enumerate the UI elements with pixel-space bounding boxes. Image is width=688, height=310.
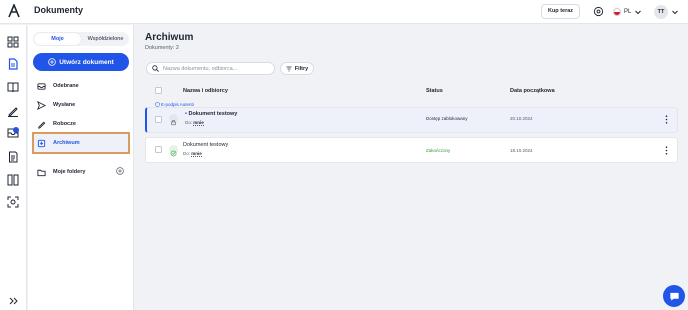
- search-input[interactable]: [163, 65, 273, 72]
- inbox-icon: [37, 82, 46, 90]
- poland-flag-icon: [613, 8, 621, 16]
- scan-icon[interactable]: [7, 196, 19, 208]
- app-title: Dokumenty: [34, 5, 84, 15]
- start-date: 20.10.2024: [510, 116, 533, 121]
- document-name[interactable]: Dokument testowy: [183, 142, 228, 148]
- create-document-label: Utwórz dokument: [59, 58, 114, 66]
- search-icon: [152, 65, 159, 72]
- sidebar: Moje Współdzielone Utwórz dokument Odebr…: [28, 25, 134, 310]
- page-title: Archiwum: [145, 32, 194, 43]
- filter-icon: [286, 66, 292, 71]
- documents-icon[interactable]: [7, 58, 19, 70]
- plus-circle-icon: [48, 58, 57, 66]
- sidebar-item-label: Odebrane: [53, 83, 79, 89]
- user-menu[interactable]: TT: [654, 4, 679, 19]
- add-folder-icon[interactable]: [116, 167, 124, 175]
- dashboard-icon[interactable]: [7, 36, 19, 48]
- sidebar-item-label: Archiwum: [53, 140, 80, 146]
- pencil-icon: [38, 121, 46, 129]
- signature-icon[interactable]: [7, 105, 19, 117]
- tab-moje[interactable]: Moje: [34, 33, 81, 45]
- logo-icon[interactable]: [8, 4, 20, 18]
- sidebar-item-robocze[interactable]: Robocze: [32, 114, 130, 134]
- filters-button[interactable]: Filtry: [280, 62, 314, 75]
- chevron-down-icon: [672, 10, 678, 14]
- folder-icon: [37, 169, 46, 176]
- status-text: Dostęp zablokowany: [426, 116, 468, 121]
- document-name[interactable]: • Dokument testowy: [185, 111, 237, 117]
- filters-label: Filtry: [294, 65, 309, 72]
- chat-button[interactable]: [663, 285, 685, 307]
- column-header-status[interactable]: Status: [426, 88, 443, 94]
- recipient: Do: mnie: [183, 151, 202, 157]
- search-box[interactable]: [146, 62, 275, 75]
- column-header-date[interactable]: Data początkowa: [510, 88, 555, 94]
- recipient-name[interactable]: mnie: [191, 151, 202, 157]
- avatar: TT: [654, 4, 668, 19]
- select-all-checkbox[interactable]: [155, 87, 162, 94]
- book-icon[interactable]: [7, 81, 19, 93]
- row-checkbox[interactable]: [155, 146, 162, 153]
- tab-wspoldzielone[interactable]: Współdzielone: [82, 32, 129, 46]
- start-date: 18.10.2024: [510, 148, 533, 153]
- sidebar-item-odebrane[interactable]: Odebrane: [32, 76, 130, 96]
- status-text: Zakończony: [426, 148, 451, 153]
- recipient: Do: mnie: [185, 120, 204, 126]
- notification-badge: [13, 127, 19, 133]
- recipient-name[interactable]: mnie: [193, 120, 204, 126]
- check-circle-icon: [169, 145, 178, 157]
- templates-icon[interactable]: [7, 151, 19, 163]
- sidebar-item-archiwum[interactable]: Archiwum: [32, 132, 130, 154]
- send-icon: [37, 100, 46, 110]
- sidebar-item-label: Robocze: [53, 121, 76, 127]
- create-document-button[interactable]: Utwórz dokument: [33, 53, 129, 71]
- language-label: PL: [624, 9, 632, 15]
- chat-icon: [669, 292, 679, 301]
- chevron-down-icon: [635, 10, 642, 15]
- expand-icon[interactable]: [7, 295, 19, 307]
- document-count: Dokumenty: 2: [145, 45, 179, 51]
- gear-icon[interactable]: [593, 6, 604, 17]
- row-checkbox[interactable]: [155, 116, 162, 123]
- recipient-prefix: Do:: [183, 151, 191, 156]
- sidebar-item-label: Moje foldery: [53, 169, 86, 175]
- main-content: Archiwum Dokumenty: 2 Filtry Nazwa i odb…: [135, 25, 688, 310]
- table-row[interactable]: [145, 137, 678, 163]
- lock-icon: [169, 114, 178, 126]
- sidebar-item-wyslane[interactable]: Wysłane: [32, 95, 130, 115]
- columns-icon[interactable]: [7, 174, 19, 186]
- sidebar-item-label: Wysłane: [53, 102, 76, 108]
- more-options-icon[interactable]: [665, 146, 668, 155]
- recipient-prefix: Do:: [185, 120, 193, 125]
- buy-now-button[interactable]: Kup teraz: [541, 4, 580, 19]
- column-header-name[interactable]: Nazwa i odbiorcy: [183, 88, 228, 94]
- top-bar: Dokumenty Kup teraz PL TT: [0, 0, 688, 24]
- archive-icon: [37, 139, 46, 147]
- more-options-icon[interactable]: [665, 115, 668, 124]
- ownership-toggle: Moje Współdzielone: [33, 32, 129, 46]
- language-selector[interactable]: PL: [613, 6, 642, 18]
- icon-rail: [0, 25, 27, 310]
- document-name-text: Dokument testowy: [188, 111, 238, 117]
